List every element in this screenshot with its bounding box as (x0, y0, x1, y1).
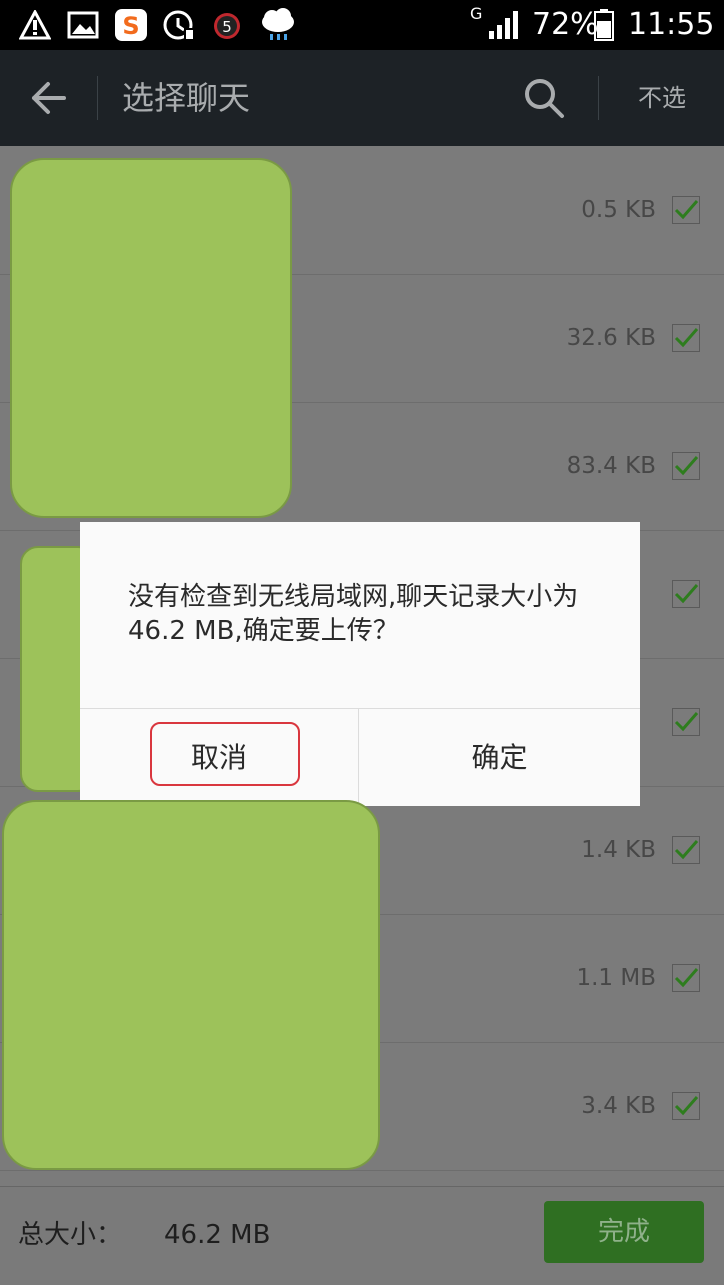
battery-icon (592, 9, 616, 41)
chat-size: 1.4 KB (581, 837, 656, 863)
check-icon (674, 456, 699, 476)
page-title: 选择聊天 (122, 79, 251, 117)
cleaner-icon (162, 9, 196, 41)
chat-size: 1.1 MB (576, 965, 656, 991)
gallery-icon (66, 9, 100, 41)
check-icon (674, 584, 699, 604)
confirm-dialog: 没有检查到无线局域网,聊天记录大小为46.2 MB,确定要上传？ 取消 确定 (80, 522, 640, 806)
check-icon (674, 1096, 699, 1116)
total-size-label: 总大小： (18, 1220, 123, 1250)
search-button[interactable] (520, 74, 568, 122)
warning-usb-icon (18, 9, 52, 41)
checkbox[interactable] (672, 1092, 700, 1120)
chat-size: 83.4 KB (566, 453, 656, 479)
done-button[interactable]: 完成 (544, 1201, 704, 1263)
divider (97, 76, 98, 120)
deselect-all-button[interactable]: 不选 (622, 80, 702, 116)
back-button[interactable] (22, 72, 74, 124)
checkbox[interactable] (672, 964, 700, 992)
alarm-icon: 5 (210, 9, 244, 41)
total-size-value: 46.2 MB (164, 1220, 271, 1250)
confirm-label: 确定 (471, 740, 528, 774)
svg-text:5: 5 (222, 18, 232, 36)
dialog-message: 没有检查到无线局域网,聊天记录大小为46.2 MB,确定要上传？ (128, 582, 579, 646)
search-icon (525, 79, 564, 118)
arrow-left-icon (32, 82, 66, 114)
checkbox[interactable] (672, 580, 700, 608)
check-icon (674, 968, 699, 988)
checkbox[interactable] (672, 708, 700, 736)
redaction-mask (10, 158, 292, 518)
chat-size: 32.6 KB (566, 325, 656, 351)
signal-icon (486, 9, 522, 41)
check-icon (674, 840, 699, 860)
chat-size: 0.5 KB (581, 197, 656, 223)
check-icon (674, 712, 699, 732)
battery-percent: 72% (532, 7, 599, 42)
checkbox[interactable] (672, 324, 700, 352)
checkbox[interactable] (672, 836, 700, 864)
network-type: G (470, 4, 483, 23)
svg-text:S: S (122, 12, 139, 40)
weather-rain-icon (258, 8, 298, 41)
redaction-mask (2, 800, 380, 1170)
cancel-button[interactable]: 取消 (80, 709, 358, 806)
confirm-button[interactable]: 确定 (359, 709, 640, 806)
clock: 11:55 (628, 7, 715, 42)
status-bar: S 5 G 72% 11:55 (0, 0, 724, 50)
sogou-input-icon: S (114, 9, 148, 41)
checkbox[interactable] (672, 452, 700, 480)
check-icon (674, 200, 699, 220)
app-bar: 选择聊天 不选 (0, 50, 724, 146)
chat-size: 3.4 KB (581, 1093, 656, 1119)
bottom-bar: 总大小： 46.2 MB 完成 (0, 1186, 724, 1285)
cancel-label: 取消 (190, 740, 247, 774)
checkbox[interactable] (672, 196, 700, 224)
divider (598, 76, 599, 120)
check-icon (674, 328, 699, 348)
